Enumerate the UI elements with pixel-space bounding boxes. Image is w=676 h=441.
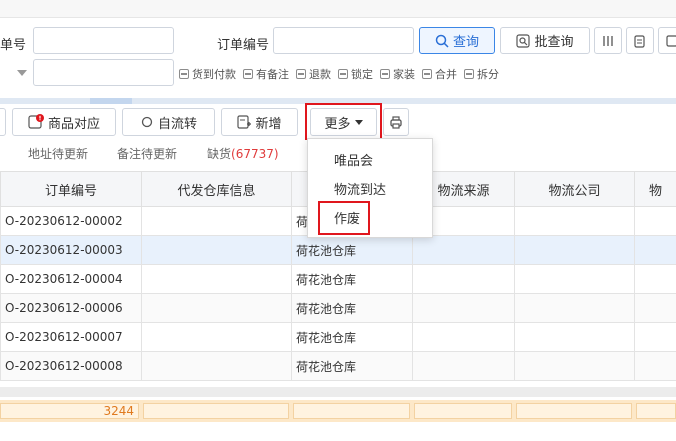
checkbox-has-remark[interactable]: 有备注 xyxy=(243,66,289,82)
field1-input[interactable] xyxy=(33,27,174,54)
export-button[interactable] xyxy=(658,27,676,54)
order-no-cell: O-20230612-00008 xyxy=(0,351,142,381)
search-icon xyxy=(435,34,449,48)
totals-row: 3244 xyxy=(0,400,676,422)
col-warehouse-info[interactable]: 代发仓库信息 xyxy=(141,171,292,207)
checkbox-locked[interactable]: 锁定 xyxy=(338,66,373,82)
checkbox-group: 货到付款 有备注 退款 锁定 家装 合并 拆分 xyxy=(179,66,499,82)
total-cell: 3244 xyxy=(0,403,139,419)
footer-cell xyxy=(143,403,289,419)
void-highlight-box xyxy=(318,201,370,235)
add-new-label: 新增 xyxy=(255,116,282,132)
caret-down-icon xyxy=(354,119,363,125)
table-row[interactable]: O-20230612-00008 荷花池仓库 xyxy=(0,351,676,381)
query-button[interactable]: 查询 xyxy=(419,27,495,54)
refresh-icon xyxy=(141,116,153,128)
select-chevron-down-icon[interactable] xyxy=(0,59,33,86)
warehouse-cell: 荷花池仓库 xyxy=(291,264,413,294)
field2-input[interactable] xyxy=(33,59,174,86)
filter-out-of-stock[interactable]: 缺货(67737) xyxy=(207,145,279,162)
batch-search-icon xyxy=(516,33,531,48)
columns-icon xyxy=(603,35,613,46)
order-no-cell: O-20230612-00003 xyxy=(0,235,142,265)
table-row[interactable]: O-20230612-00004 荷花池仓库 xyxy=(0,264,676,294)
collapse-handle[interactable] xyxy=(90,98,132,104)
query-label: 查询 xyxy=(452,35,479,50)
batch-query-button[interactable]: 批查询 xyxy=(500,27,590,54)
order-no-cell: O-20230612-00004 xyxy=(0,264,142,294)
export-icon xyxy=(666,34,676,47)
more-label: 更多 xyxy=(324,116,351,132)
out-of-stock-count: (67737) xyxy=(231,147,279,161)
add-document-icon xyxy=(237,115,252,129)
warehouse-cell: 荷花池仓库 xyxy=(291,235,413,265)
checkbox-split[interactable]: 拆分 xyxy=(464,66,499,82)
table-row[interactable]: O-20230612-00006 荷花池仓库 xyxy=(0,293,676,323)
batch-query-label: 批查询 xyxy=(534,35,574,50)
col-order-no[interactable]: 订单编号 xyxy=(0,171,142,207)
order-no-cell: O-20230612-00006 xyxy=(0,293,142,323)
warehouse-cell: 荷花池仓库 xyxy=(291,322,413,352)
checkbox-merged[interactable]: 合并 xyxy=(422,66,457,82)
filter-remark-pending[interactable]: 备注待更新 xyxy=(117,145,177,162)
add-new-button[interactable]: 新增 xyxy=(221,108,298,136)
warehouse-cell: 荷花池仓库 xyxy=(291,351,413,381)
checkbox-cod[interactable]: 货到付款 xyxy=(179,66,236,82)
copy-button[interactable] xyxy=(626,27,654,54)
field1-label: 单号 xyxy=(0,38,27,53)
footer-cell xyxy=(414,403,512,419)
footer-cell xyxy=(516,403,632,419)
filter-address-pending[interactable]: 地址待更新 xyxy=(28,145,88,162)
auto-flow-button[interactable]: 自流转 xyxy=(122,108,215,136)
table-row[interactable]: O-20230612-00007 荷花池仓库 xyxy=(0,322,676,352)
left-cut-button[interactable] xyxy=(0,108,6,136)
table-row[interactable]: O-20230612-00003 荷花池仓库 xyxy=(0,235,676,265)
order-no-cell: O-20230612-00007 xyxy=(0,322,142,352)
product-alert-icon xyxy=(28,114,44,129)
order-no-label: 订单编号 xyxy=(217,38,270,53)
warehouse-cell: 荷花池仓库 xyxy=(291,293,413,323)
footer-cell xyxy=(636,403,676,419)
top-strip xyxy=(0,0,676,18)
order-no-cell: O-20230612-00002 xyxy=(0,206,142,236)
menu-item-logistics-arrived[interactable]: 物流到达 xyxy=(308,174,432,202)
col-next[interactable]: 物 xyxy=(634,171,676,207)
columns-button[interactable] xyxy=(594,27,622,54)
horizontal-scrollbar[interactable] xyxy=(0,387,676,397)
document-icon xyxy=(634,34,645,48)
footer-cell xyxy=(293,403,410,419)
auto-flow-label: 自流转 xyxy=(157,116,197,132)
order-no-input[interactable] xyxy=(273,27,414,54)
product-match-label: 商品对应 xyxy=(47,116,100,132)
checkbox-refund[interactable]: 退款 xyxy=(296,66,331,82)
product-match-button[interactable]: 商品对应 xyxy=(12,108,116,136)
col-logistics-company[interactable]: 物流公司 xyxy=(514,171,635,207)
more-button[interactable]: 更多 xyxy=(310,108,377,136)
checkbox-home-install[interactable]: 家装 xyxy=(380,66,415,82)
printer-icon xyxy=(390,116,402,129)
menu-item-vipshop[interactable]: 唯品会 xyxy=(308,145,432,173)
print-button[interactable] xyxy=(383,108,409,136)
